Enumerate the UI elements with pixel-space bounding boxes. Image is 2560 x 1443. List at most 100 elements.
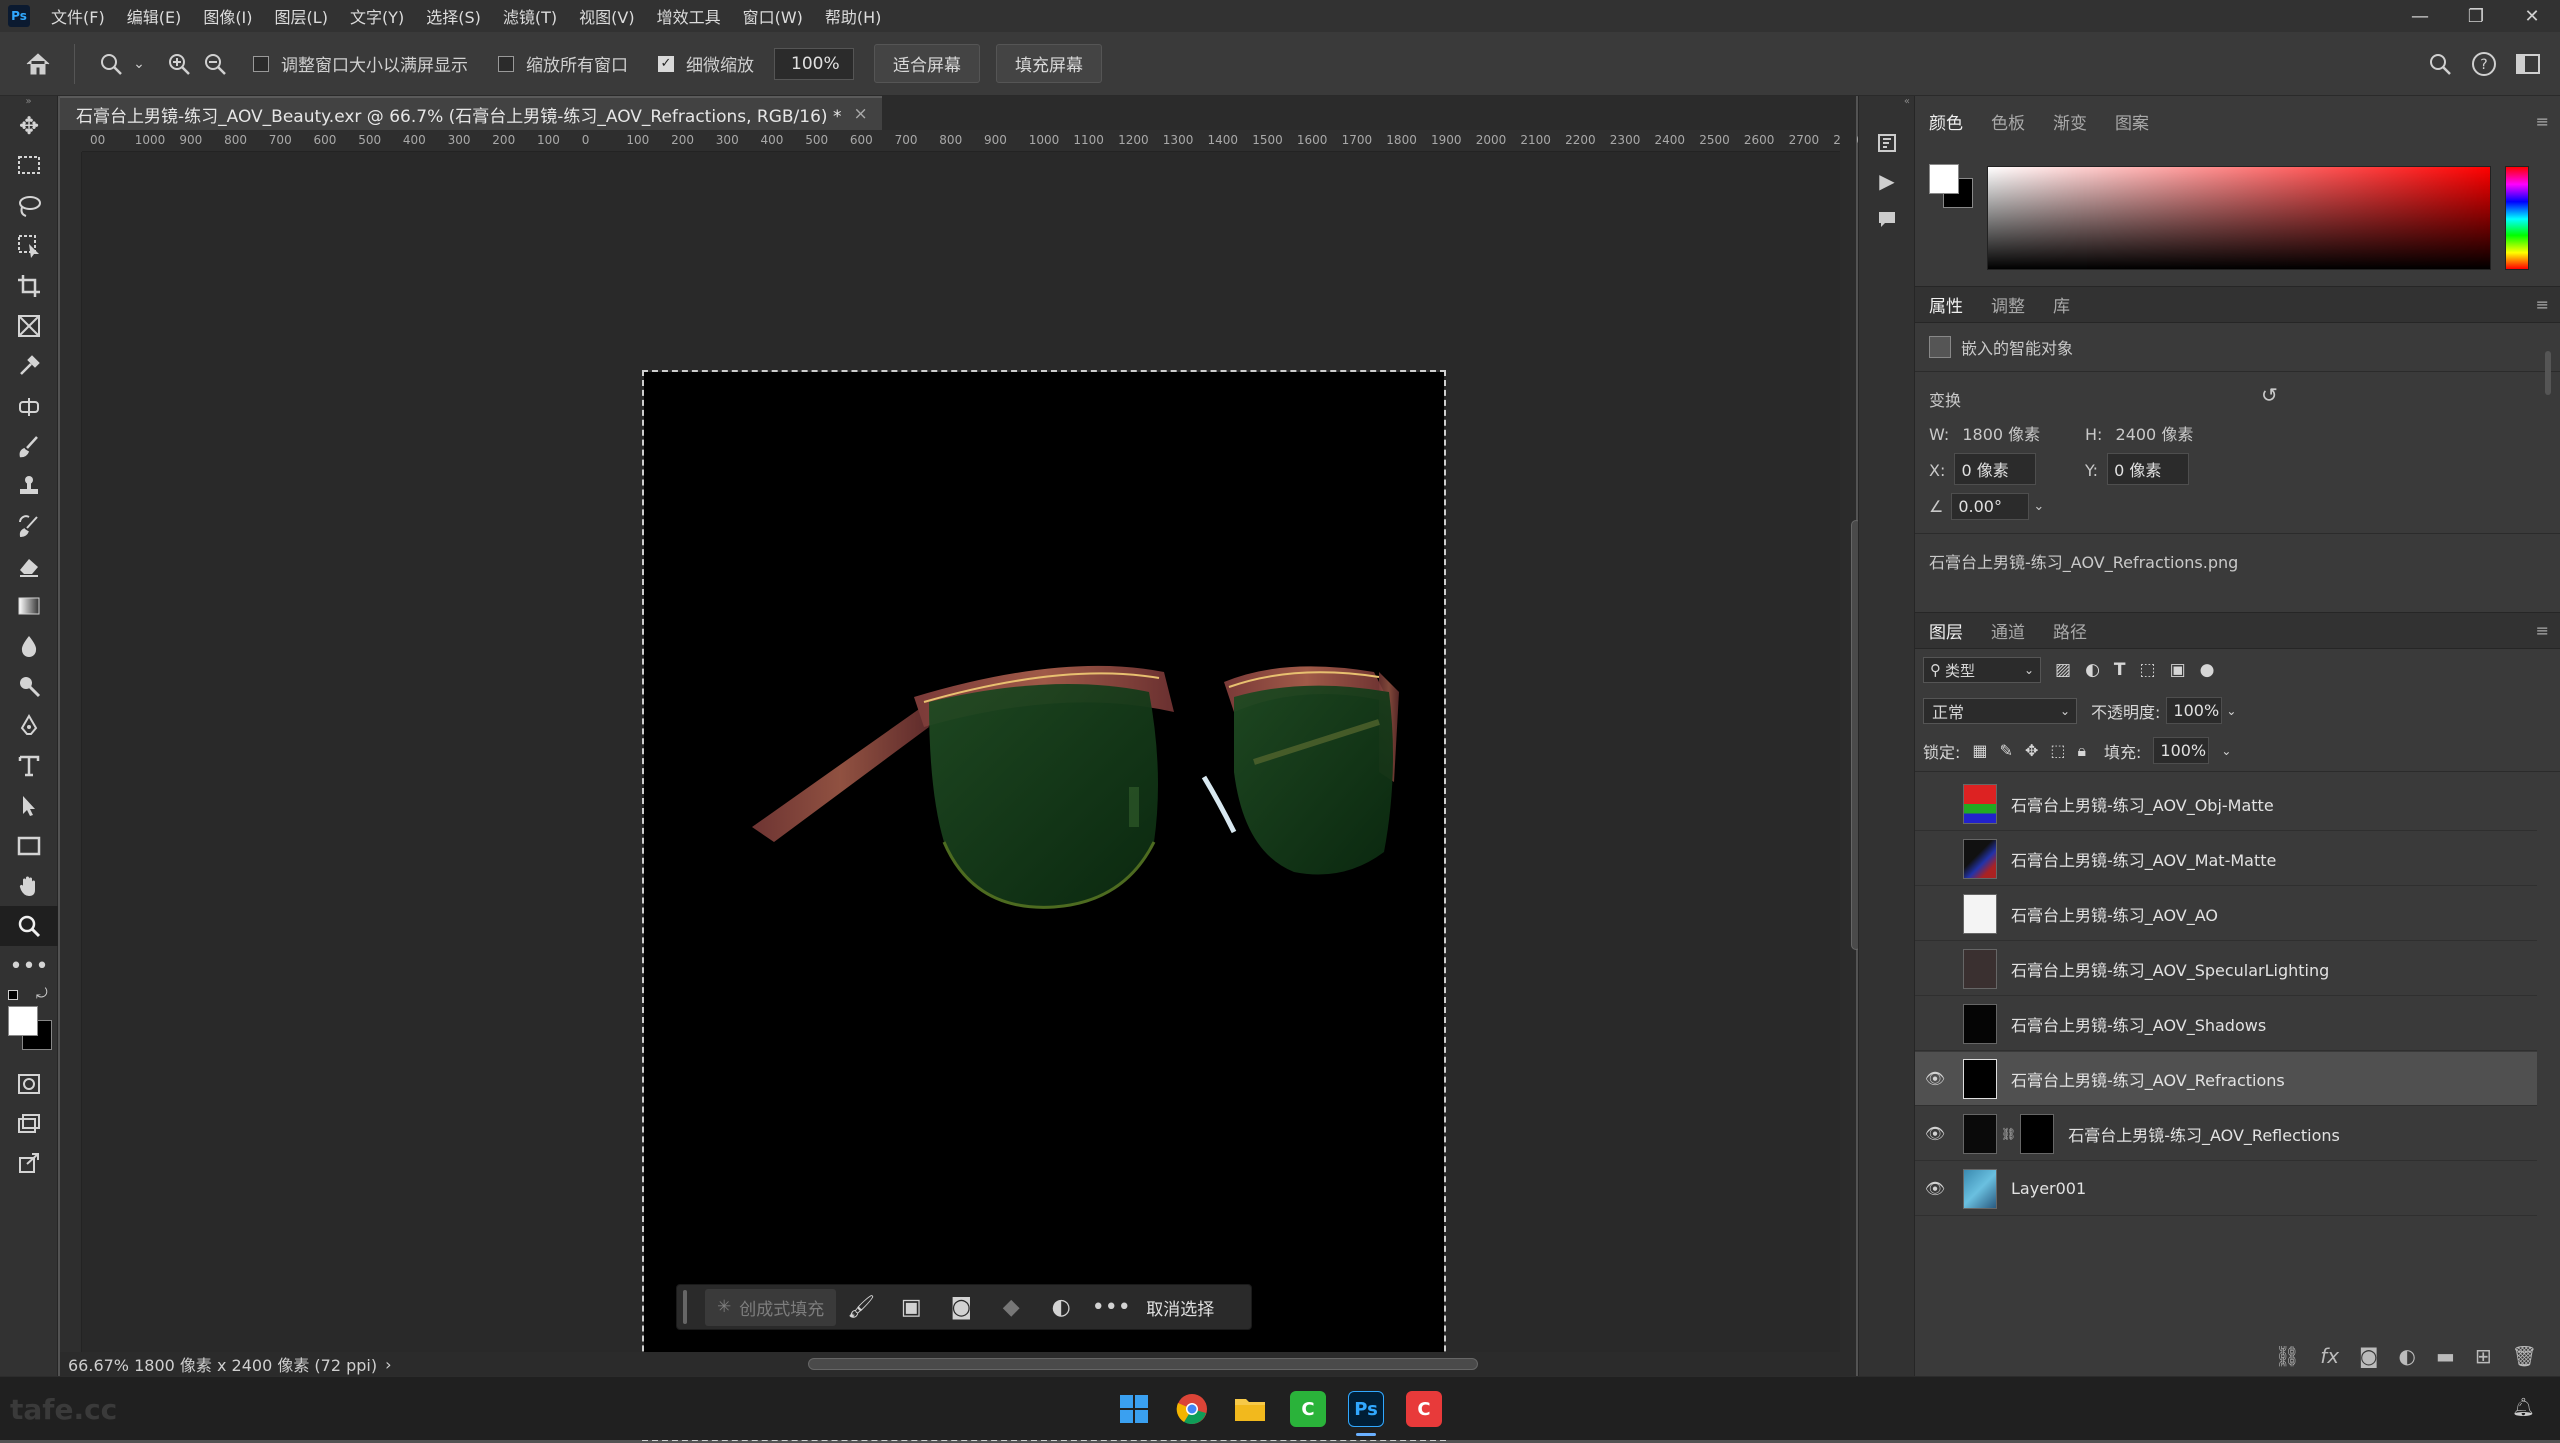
deselect-button[interactable]: 取消选择	[1146, 1295, 1214, 1320]
close-window-button[interactable]: ✕	[2504, 6, 2560, 27]
link-icon[interactable]: ⛓	[2001, 1127, 2016, 1141]
layer-row[interactable]: 👁 石膏台上男镜-练习_AOV_Obj-Matte	[1915, 777, 2537, 831]
drag-handle[interactable]	[683, 1290, 687, 1324]
scrubby-zoom-checkbox[interactable]: ✓ 细微缩放	[658, 51, 754, 76]
x-field[interactable]: 0 像素	[1954, 453, 2037, 485]
workspace-icon[interactable]	[2510, 46, 2546, 82]
menu-window[interactable]: 窗口(W)	[732, 4, 814, 28]
fill-icon[interactable]: ◆	[986, 1295, 1036, 1320]
tab-properties[interactable]: 属性	[1915, 292, 1977, 317]
color-picker-field[interactable]	[1987, 166, 2491, 270]
chevron-down-icon[interactable]: ⌄	[129, 46, 149, 82]
more-options-icon[interactable]: •••	[1086, 1295, 1136, 1320]
fill-screen-button[interactable]: 填充屏幕	[996, 44, 1102, 83]
chrome-icon[interactable]	[1174, 1391, 1210, 1427]
adjustment-layer-icon[interactable]: ◐	[2398, 1344, 2415, 1368]
transform-selection-icon[interactable]: ▣	[886, 1295, 936, 1320]
tab-swatches[interactable]: 色板	[1977, 109, 2039, 134]
visibility-eye-icon[interactable]: 👁	[1915, 1179, 1955, 1198]
layer-name[interactable]: 石膏台上男镜-练习_AOV_Mat-Matte	[2011, 847, 2276, 871]
brush-icon[interactable]: 🖌	[836, 1295, 886, 1320]
zoom-all-windows-checkbox[interactable]: 缩放所有窗口	[498, 51, 628, 76]
recorder-icon[interactable]: C	[1406, 1391, 1442, 1427]
layer-row[interactable]: 👁 石膏台上男镜-练习_AOV_Shadows	[1915, 997, 2537, 1051]
properties-scrollbar[interactable]	[2543, 331, 2553, 591]
chevron-down-icon[interactable]: ⌄	[2221, 744, 2231, 758]
object-select-tool-icon[interactable]	[0, 226, 58, 266]
blur-tool-icon[interactable]	[0, 626, 58, 666]
close-tab-icon[interactable]: ×	[853, 104, 867, 124]
document-canvas[interactable]	[642, 370, 1446, 1441]
history-panel-icon[interactable]	[1859, 124, 1915, 162]
angle-field[interactable]: 0.00°	[1951, 493, 2030, 520]
crop-tool-icon[interactable]	[0, 266, 58, 306]
layer-row-selected[interactable]: 👁 石膏台上男镜-练习_AOV_Refractions	[1915, 1052, 2537, 1106]
visibility-eye-icon[interactable]: 👁	[1915, 959, 1955, 978]
zoom-tool-icon[interactable]	[93, 46, 129, 82]
tab-channels[interactable]: 通道	[1977, 618, 2039, 643]
blend-mode-select[interactable]: 正常 ⌄	[1923, 697, 2077, 724]
zoom-percent-field[interactable]: 100%	[774, 47, 854, 80]
chevron-down-icon[interactable]: ⌄	[2226, 704, 2236, 718]
lock-transparency-icon[interactable]: ▦	[1972, 741, 1987, 760]
camtasia-icon[interactable]: C	[1290, 1391, 1326, 1427]
foreground-color-swatch[interactable]	[1929, 164, 1959, 194]
menu-view[interactable]: 视图(V)	[568, 4, 645, 28]
search-icon[interactable]	[2422, 46, 2458, 82]
layer-name[interactable]: 石膏台上男镜-练习_AOV_AO	[2011, 902, 2218, 926]
visibility-eye-icon[interactable]: 👁	[1915, 794, 1955, 813]
panel-menu-icon[interactable]: ≡	[2536, 295, 2549, 314]
fill-field[interactable]: 100%	[2153, 737, 2210, 764]
layer-row[interactable]: 👁 石膏台上男镜-练习_AOV_SpecularLighting	[1915, 942, 2537, 996]
menu-plugins[interactable]: 增效工具	[646, 4, 732, 28]
type-tool-icon[interactable]	[0, 746, 58, 786]
filter-toggle-icon[interactable]: ●	[2200, 660, 2215, 680]
layer-mask-thumbnail[interactable]	[2020, 1113, 2055, 1154]
path-select-tool-icon[interactable]	[0, 786, 58, 826]
layer-name[interactable]: 石膏台上男镜-练习_AOV_Shadows	[2011, 1012, 2266, 1036]
tab-gradients[interactable]: 渐变	[2039, 109, 2101, 134]
new-layer-icon[interactable]: ⊞	[2475, 1344, 2492, 1368]
zoom-tool-icon[interactable]	[0, 906, 58, 946]
dodge-tool-icon[interactable]	[0, 666, 58, 706]
healing-brush-tool-icon[interactable]	[0, 386, 58, 426]
filter-shape-icon[interactable]: ⬚	[2140, 660, 2156, 680]
photoshop-taskbar-icon[interactable]: Ps	[1348, 1391, 1384, 1427]
tab-paths[interactable]: 路径	[2039, 618, 2101, 643]
tab-libraries[interactable]: 库	[2039, 292, 2084, 317]
y-field[interactable]: 0 像素	[2107, 453, 2190, 485]
lock-all-icon[interactable]: 🔒︎	[2077, 741, 2086, 761]
tab-layers[interactable]: 图层	[1915, 618, 1977, 643]
layer-name[interactable]: Layer001	[2011, 1179, 2086, 1198]
visibility-eye-icon[interactable]: 👁	[1915, 1014, 1955, 1033]
add-mask-icon[interactable]: ◙	[2359, 1344, 2378, 1368]
actions-panel-icon[interactable]: ▶	[1859, 162, 1915, 200]
delete-layer-icon[interactable]: 🗑︎	[2512, 1344, 2537, 1368]
adjustment-icon[interactable]: ◐	[1036, 1295, 1086, 1320]
history-brush-tool-icon[interactable]	[0, 506, 58, 546]
filter-adjustment-icon[interactable]: ◐	[2085, 660, 2100, 680]
default-colors-icon[interactable]	[8, 990, 18, 1000]
layer-row[interactable]: 👁 石膏台上男镜-练习_AOV_Mat-Matte	[1915, 832, 2537, 886]
zoom-in-icon[interactable]	[161, 46, 197, 82]
chevron-down-icon[interactable]: ⌄	[2033, 499, 2044, 514]
menu-edit[interactable]: 编辑(E)	[116, 4, 193, 28]
menu-filter[interactable]: 滤镜(T)	[492, 4, 568, 28]
brush-tool-icon[interactable]	[0, 426, 58, 466]
lock-pixels-icon[interactable]: ✎	[2000, 741, 2013, 760]
menu-file[interactable]: 文件(F)	[40, 4, 116, 28]
help-icon[interactable]: ?	[2466, 46, 2502, 82]
vertical-ruler[interactable]	[60, 152, 82, 1352]
horizontal-scrollbar[interactable]: 66.67% 1800 像素 x 2400 像素 (72 ppi) ›	[60, 1352, 1856, 1376]
tab-color[interactable]: 颜色	[1915, 109, 1977, 134]
visibility-eye-icon[interactable]: 👁	[1915, 849, 1955, 868]
lock-position-icon[interactable]: ✥	[2025, 741, 2038, 760]
home-icon[interactable]	[20, 46, 56, 82]
panel-menu-icon[interactable]: ≡	[2536, 112, 2549, 131]
filter-pixel-icon[interactable]: ▨	[2055, 660, 2071, 680]
horizontal-ruler[interactable]: 00 1000 900 800 700 600 500 400 300 200 100 0 100 200…	[82, 130, 1864, 152]
visibility-eye-icon[interactable]: 👁	[1915, 1124, 1955, 1143]
checkbox-box[interactable]: ✓	[658, 55, 674, 72]
menu-type[interactable]: 文字(Y)	[339, 4, 415, 28]
collapse-icon[interactable]: »	[0, 96, 57, 107]
